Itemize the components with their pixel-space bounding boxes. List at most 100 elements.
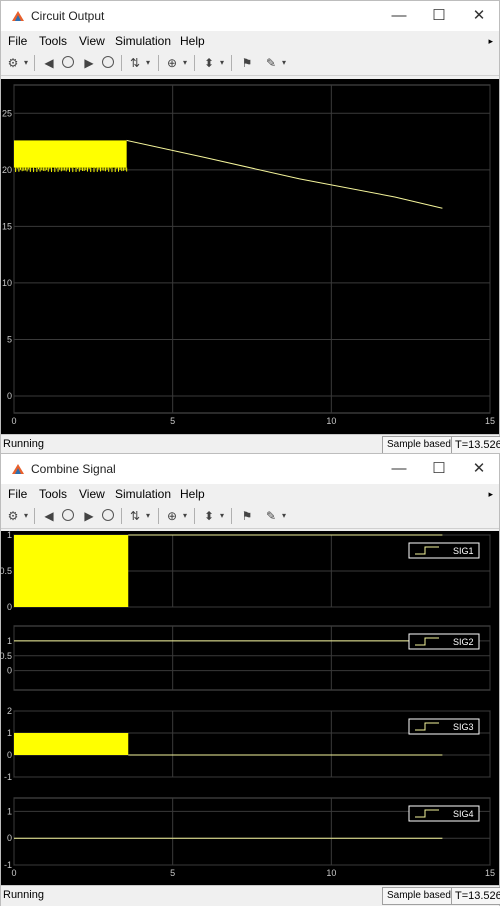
pause-icon[interactable]	[62, 56, 74, 68]
pulse-band	[14, 535, 129, 607]
x-tick-label: 0	[11, 868, 16, 878]
y-tick-label: 2	[7, 706, 12, 716]
sample-mode: Sample based	[382, 436, 456, 454]
menu-simulation[interactable]: Simulation	[115, 487, 171, 501]
step-back-icon[interactable]: ◀	[39, 506, 59, 526]
style-pen-icon[interactable]: ✎	[263, 506, 279, 526]
menu-tools[interactable]: Tools	[39, 34, 67, 48]
menu-overflow-icon[interactable]: ▸	[488, 489, 493, 500]
x-tick-label: 15	[485, 868, 495, 878]
menu-file[interactable]: File	[8, 487, 27, 501]
simulation-time: T=13.526	[451, 436, 500, 454]
step-forward-icon[interactable]: ▶	[81, 506, 97, 526]
zoom-in-icon[interactable]: ⊕	[164, 506, 180, 526]
y-tick-label: 15	[2, 221, 12, 231]
toolbar-separator	[34, 55, 35, 71]
y-tick-label: 1	[7, 636, 12, 646]
highlight-dropdown-icon[interactable]: ▾	[143, 506, 153, 526]
style-dropdown-icon[interactable]: ▾	[279, 53, 289, 73]
plot-area: 0 5 10 15 25 20 15 10 5 0	[1, 79, 499, 434]
window-title: Circuit Output	[31, 9, 105, 23]
status-bar: Running Sample based T=13.526	[1, 885, 500, 906]
plot-area: 1 0.5 0 SIG1 1 0.5 0 SIG2 2 1 0 -1 SIG3 1 0 -1 SIG4 0 5 10 1…	[0, 530, 499, 886]
zoom-in-icon[interactable]: ⊕	[164, 53, 180, 73]
menu-view[interactable]: View	[79, 34, 105, 48]
toolbar: ⚙ ▾ ◀ ▶ ⇅ ▾ ⊕ ▾ ⬍ ▾ ⚑ ✎ ▾	[1, 51, 499, 76]
highlight-dropdown-icon[interactable]: ▾	[143, 53, 153, 73]
y-tick-label: 0	[7, 391, 12, 401]
maximize-button[interactable]: ☐	[421, 4, 457, 28]
toolbar-separator	[194, 55, 195, 71]
maximize-button[interactable]: ☐	[421, 457, 457, 481]
y-tick-label: 0.5	[1, 566, 12, 576]
close-button[interactable]: ✕	[461, 4, 497, 28]
menu-view[interactable]: View	[79, 487, 105, 501]
highlight-block-icon[interactable]: ⇅	[127, 53, 143, 73]
settings-gear-icon[interactable]: ⚙	[5, 506, 21, 526]
pulse-band	[14, 733, 129, 755]
y-tick-label: 20	[2, 165, 12, 175]
highlight-block-icon[interactable]: ⇅	[127, 506, 143, 526]
toolbar-separator	[194, 508, 195, 524]
x-tick-label: 5	[170, 868, 175, 878]
y-tick-label: 0	[7, 833, 12, 843]
step-forward-icon[interactable]: ▶	[81, 53, 97, 73]
legend-label: SIG2	[453, 637, 474, 647]
simulation-status: Running	[3, 438, 44, 450]
zoom-dropdown-icon[interactable]: ▾	[180, 53, 190, 73]
pause-icon[interactable]	[62, 509, 74, 521]
autoscale-icon[interactable]: ⬍	[201, 506, 217, 526]
minimize-button[interactable]: —	[381, 4, 417, 28]
x-tick-label: 10	[326, 416, 336, 426]
matlab-icon	[12, 11, 24, 21]
noise-band	[14, 140, 127, 168]
menu-simulation[interactable]: Simulation	[115, 34, 171, 48]
circuit-output-window: Circuit Output — ☐ ✕ File Tools View Sim…	[0, 0, 500, 455]
zoom-dropdown-icon[interactable]: ▾	[180, 506, 190, 526]
combine-signal-chart: 10.50SIG110.50SIG2210-1SIG310-1SIG40 5 10 1…	[0, 530, 495, 878]
settings-dropdown-icon[interactable]: ▾	[21, 53, 31, 73]
x-tick-label: 0	[11, 416, 16, 426]
y-tick-label: 1	[7, 806, 12, 816]
toolbar-separator	[121, 508, 122, 524]
title-bar[interactable]: Circuit Output — ☐ ✕	[1, 1, 499, 31]
y-tick-label: 0	[7, 666, 12, 676]
matlab-icon	[12, 464, 24, 474]
circuit-output-chart: 0 5 10 15 25 20 15 10 5 0	[2, 84, 495, 426]
step-back-icon[interactable]: ◀	[39, 53, 59, 73]
title-bar[interactable]: Combine Signal — ☐ ✕	[1, 454, 499, 484]
menu-overflow-icon[interactable]: ▸	[488, 36, 493, 47]
y-tick-label: 0.5	[1, 651, 12, 661]
x-tick-label: 10	[326, 868, 336, 878]
legend-label: SIG1	[453, 546, 474, 556]
stop-icon[interactable]	[102, 509, 114, 521]
menu-help[interactable]: Help	[180, 487, 205, 501]
y-tick-label: -1	[4, 772, 12, 782]
y-tick-label: 25	[2, 108, 12, 118]
x-tick-label: 5	[170, 416, 175, 426]
toolbar-separator	[158, 508, 159, 524]
menu-help[interactable]: Help	[180, 34, 205, 48]
style-dropdown-icon[interactable]: ▾	[279, 506, 289, 526]
autoscale-dropdown-icon[interactable]: ▾	[217, 506, 227, 526]
autoscale-icon[interactable]: ⬍	[201, 53, 217, 73]
y-tick-label: 0	[7, 750, 12, 760]
x-tick-label: 15	[485, 416, 495, 426]
minimize-button[interactable]: —	[381, 457, 417, 481]
menu-file[interactable]: File	[8, 34, 27, 48]
close-button[interactable]: ✕	[461, 457, 497, 481]
status-bar: Running Sample based T=13.526	[1, 434, 500, 455]
style-pen-icon[interactable]: ✎	[263, 53, 279, 73]
settings-gear-icon[interactable]: ⚙	[5, 53, 21, 73]
autoscale-dropdown-icon[interactable]: ▾	[217, 53, 227, 73]
stop-icon[interactable]	[102, 56, 114, 68]
parameters-icon[interactable]: ⚑	[239, 53, 255, 73]
settings-dropdown-icon[interactable]: ▾	[21, 506, 31, 526]
menu-tools[interactable]: Tools	[39, 487, 67, 501]
y-tick-label: 1	[7, 728, 12, 738]
legend-label: SIG4	[453, 809, 474, 819]
y-tick-label: 1	[7, 531, 12, 540]
parameters-icon[interactable]: ⚑	[239, 506, 255, 526]
simulation-status: Running	[3, 889, 44, 901]
toolbar-separator	[231, 508, 232, 524]
